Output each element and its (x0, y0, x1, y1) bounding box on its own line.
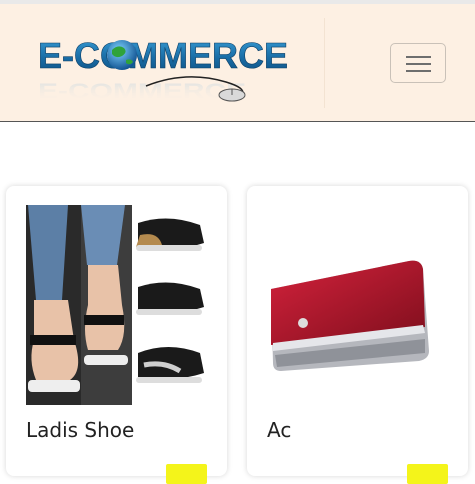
brand-logo[interactable]: E-COMMERCE E-COMMERCE (36, 32, 318, 107)
menu-toggle-button[interactable] (390, 43, 446, 83)
hamburger-line (406, 70, 431, 72)
price-badge (407, 464, 448, 484)
sandals-photo[interactable] (26, 205, 206, 405)
svg-text:E-COMMERCE: E-COMMERCE (38, 80, 246, 103)
product-title[interactable]: Ac (267, 418, 291, 442)
product-title[interactable]: Ladis Shoe (26, 418, 134, 442)
navbar: E-COMMERCE E-COMMERCE (0, 4, 475, 122)
air-conditioner-photo[interactable] (267, 205, 447, 405)
product-card[interactable]: Ladis Shoe (6, 186, 227, 484)
logo-wordmark: E-COMMERCE (38, 35, 288, 76)
brand-divider (324, 18, 325, 108)
product-card[interactable]: Ac (247, 186, 468, 484)
hamburger-menu-icon (406, 56, 431, 58)
hamburger-line (406, 63, 431, 65)
price-badge (166, 464, 207, 484)
ecommerce-logo-icon: E-COMMERCE E-COMMERCE (38, 35, 289, 103)
